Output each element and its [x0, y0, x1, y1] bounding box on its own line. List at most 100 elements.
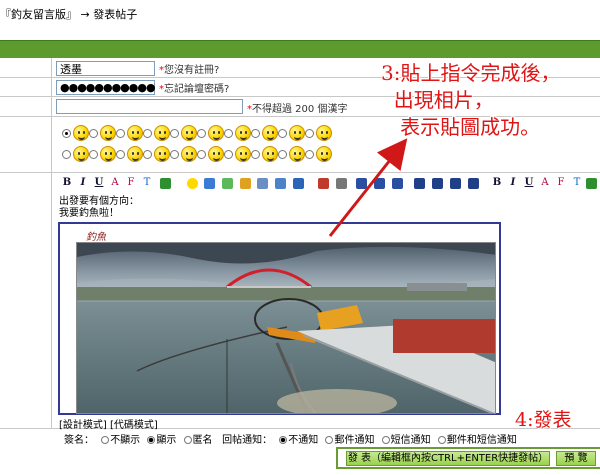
emoji-radio[interactable]	[305, 150, 314, 159]
indent-icon[interactable]	[468, 178, 479, 189]
submit-button[interactable]: 發 表（編輯框內按CTRL+ENTER快捷發帖）	[346, 451, 550, 466]
unordered-list-icon[interactable]	[432, 178, 443, 189]
emoji-radio[interactable]	[278, 150, 287, 159]
emoji-radio[interactable]	[170, 150, 179, 159]
forgot-password-hint[interactable]: *忘記論壇密碼?	[159, 80, 229, 95]
flash-icon[interactable]	[240, 178, 251, 189]
highlight-icon-2[interactable]	[586, 178, 597, 189]
editor-line-1: 出發要有個方向：	[59, 196, 139, 207]
emoji-radio[interactable]	[305, 129, 314, 138]
submit-area: 發 表（編輯框內按CTRL+ENTER快捷發帖） 預 覽	[336, 447, 600, 469]
editor-content[interactable]: 出發要有個方向： 我要釣魚啦！	[59, 196, 139, 220]
ordered-list-icon[interactable]	[414, 178, 425, 189]
size-button[interactable]: T	[140, 176, 154, 190]
emoji-radio[interactable]	[278, 129, 287, 138]
emoji-option-2[interactable]	[89, 124, 119, 144]
underline-button[interactable]: U	[92, 176, 106, 190]
hr-icon[interactable]	[336, 178, 347, 189]
smiley-icon	[316, 146, 332, 162]
emoji-radio[interactable]	[89, 150, 98, 159]
emoji-option-19[interactable]	[278, 145, 308, 165]
password-field[interactable]: ●●●●●●●●●●●	[56, 80, 156, 95]
emoji-radio[interactable]	[143, 129, 152, 138]
notify-mail-radio[interactable]	[325, 436, 334, 444]
editor-mode-tabs[interactable]: [設計模式] [代碼模式]	[59, 416, 158, 431]
align-left-icon[interactable]	[356, 178, 367, 189]
row-label-cell	[0, 117, 52, 172]
breadcrumb-board-link[interactable]: 『釣友留言版』	[0, 8, 77, 21]
signature-show-radio[interactable]	[147, 436, 156, 444]
emoji-option-16[interactable]	[197, 145, 227, 165]
emoji-radio[interactable]	[116, 150, 125, 159]
emoji-radio[interactable]	[89, 129, 98, 138]
title-field[interactable]	[56, 99, 243, 114]
notify-both-radio[interactable]	[437, 436, 446, 444]
emoji-option-10[interactable]	[305, 124, 335, 144]
size-button-2[interactable]: T	[570, 176, 584, 190]
emoji-option-12[interactable]	[89, 145, 119, 165]
emoji-option-18[interactable]	[251, 145, 281, 165]
emoticon-icon[interactable]	[187, 178, 198, 189]
emoji-radio[interactable]	[116, 129, 125, 138]
align-center-icon[interactable]	[374, 178, 385, 189]
smiley-icon	[235, 125, 251, 141]
emoji-radio[interactable]	[62, 150, 71, 159]
highlight-icon[interactable]	[160, 178, 171, 189]
media-icon[interactable]	[222, 178, 233, 189]
preview-button[interactable]: 預 覽	[556, 451, 596, 466]
pasted-photo[interactable]	[76, 242, 496, 414]
emoji-option-11[interactable]	[62, 145, 92, 165]
clean-icon[interactable]	[318, 178, 329, 189]
emoji-radio[interactable]	[224, 150, 233, 159]
emoji-option-7[interactable]	[224, 124, 254, 144]
bold-button[interactable]: B	[60, 176, 74, 190]
username-field[interactable]	[56, 61, 155, 76]
register-hint[interactable]: *您沒有註冊?	[159, 61, 219, 76]
italic-button[interactable]: I	[76, 176, 90, 190]
color-button[interactable]: F	[124, 176, 138, 190]
row-label-cell	[0, 78, 52, 96]
emoji-option-5[interactable]	[170, 124, 200, 144]
emoji-option-13[interactable]	[116, 145, 146, 165]
font-button-2[interactable]: A	[538, 176, 552, 190]
emoji-radio[interactable]	[224, 129, 233, 138]
signature-label: 簽名：	[64, 435, 94, 446]
emoji-radio[interactable]	[62, 129, 71, 138]
emoji-radio[interactable]	[197, 129, 206, 138]
emoji-option-6[interactable]	[197, 124, 227, 144]
font-button[interactable]: A	[108, 176, 122, 190]
emoji-option-3[interactable]	[116, 124, 146, 144]
notify-sms-radio[interactable]	[381, 436, 390, 444]
emoji-option-14[interactable]	[143, 145, 173, 165]
link-icon[interactable]	[275, 178, 286, 189]
table-icon[interactable]	[257, 178, 268, 189]
emoji-radio[interactable]	[197, 150, 206, 159]
notify-label: 回帖通知：	[222, 435, 273, 446]
smiley-icon	[181, 146, 197, 162]
signature-hide-radio[interactable]	[101, 436, 110, 444]
color-button-2[interactable]: F	[554, 176, 568, 190]
emoji-radio[interactable]	[251, 129, 260, 138]
anonymous-radio[interactable]	[183, 436, 192, 444]
emoji-option-9[interactable]	[278, 124, 308, 144]
emoji-option-8[interactable]	[251, 124, 281, 144]
annotation-step3: 3:貼上指令完成後， 出現相片， 表示貼圖成功。	[381, 61, 561, 139]
bold-button-2[interactable]: B	[490, 176, 504, 190]
emoji-radio[interactable]	[170, 129, 179, 138]
smiley-icon	[208, 125, 224, 141]
signature-hide-label: 不顯示	[110, 435, 141, 446]
underline-button-2[interactable]: U	[522, 176, 536, 190]
italic-button-2[interactable]: I	[506, 176, 520, 190]
align-right-icon[interactable]	[392, 178, 403, 189]
emoji-option-1[interactable]	[62, 124, 92, 144]
emoji-option-17[interactable]	[224, 145, 254, 165]
emoji-option-15[interactable]	[170, 145, 200, 165]
emoji-option-4[interactable]	[143, 124, 173, 144]
emoji-radio[interactable]	[251, 150, 260, 159]
outdent-icon[interactable]	[450, 178, 461, 189]
emoji-option-20[interactable]	[305, 145, 335, 165]
image-icon[interactable]	[204, 178, 215, 189]
emoji-radio[interactable]	[143, 150, 152, 159]
unlink-icon[interactable]	[293, 178, 304, 189]
notify-none-radio[interactable]	[279, 436, 288, 444]
